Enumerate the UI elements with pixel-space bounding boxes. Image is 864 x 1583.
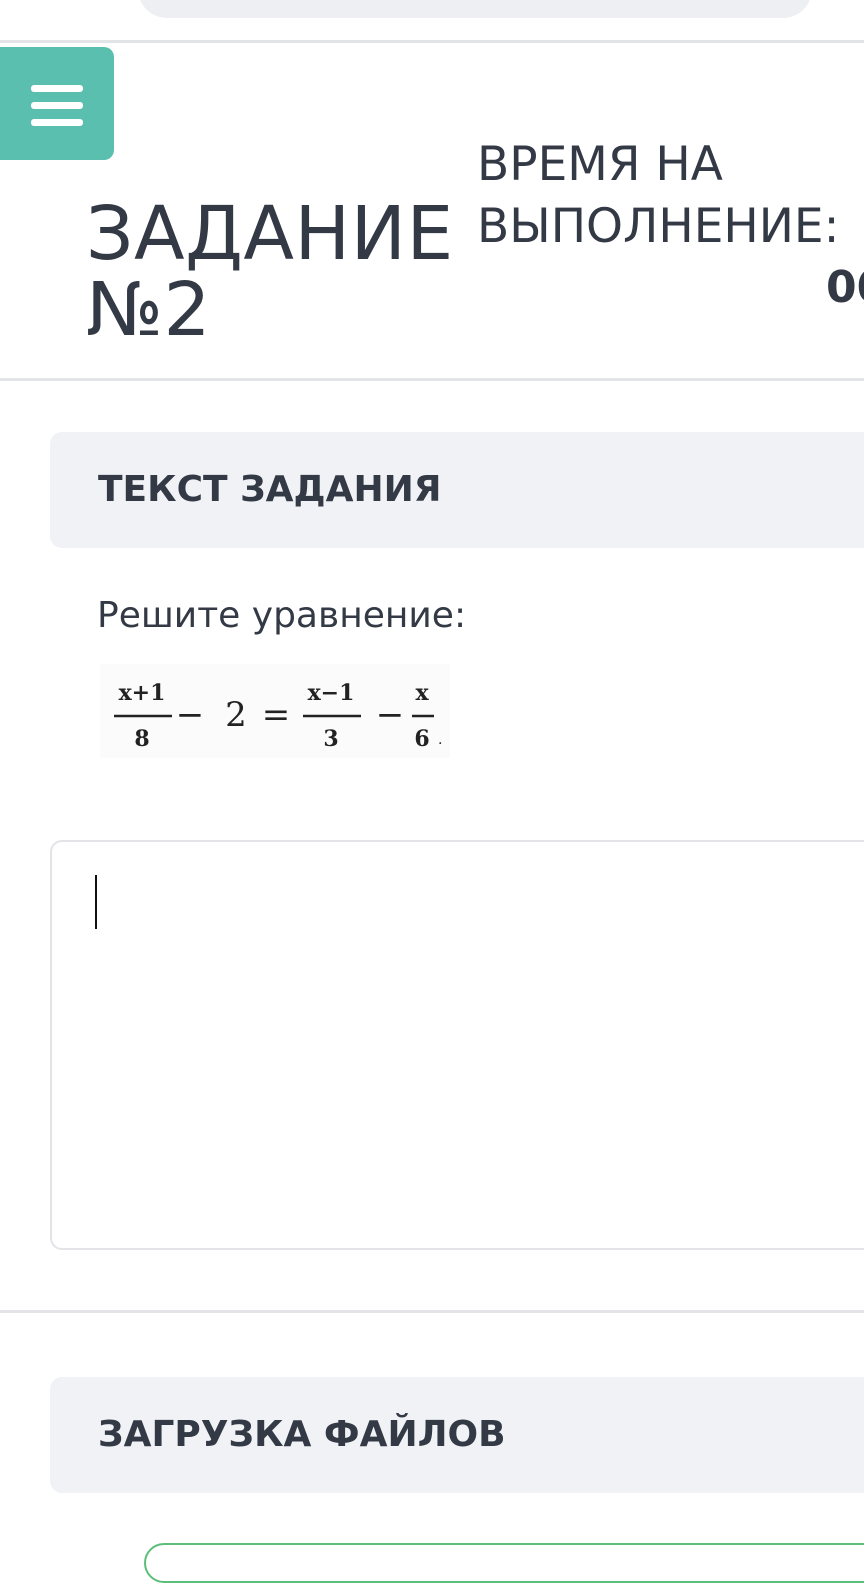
time-label: ВРЕМЯ НА ВЫПОЛНЕНИЕ:	[477, 134, 839, 258]
equation-denominator-2: 3	[323, 726, 338, 752]
time-label-line1: ВРЕМЯ НА	[477, 137, 723, 192]
equation-denominator-1: 8	[134, 726, 149, 752]
task-title-number: №2	[86, 266, 212, 353]
equation-constant: 2	[225, 695, 247, 735]
hamburger-icon-line	[31, 102, 83, 109]
text-caret	[95, 875, 97, 929]
equation-denominator-3: 6	[414, 726, 429, 752]
equation-numerator-1: x+1	[119, 680, 166, 706]
timer-value: 00	[826, 262, 864, 313]
divider	[0, 378, 864, 381]
section-title: ЗАГРУЗКА ФАЙЛОВ	[98, 1414, 506, 1455]
file-upload-section-header: ЗАГРУЗКА ФАЙЛОВ	[50, 1377, 864, 1493]
equation-minus-2: −	[376, 695, 405, 735]
equation-equals: =	[262, 695, 291, 735]
top-search-bar[interactable]	[138, 0, 812, 18]
divider	[0, 40, 864, 43]
hamburger-icon	[31, 85, 83, 92]
section-title: ТЕКСТ ЗАДАНИЯ	[98, 469, 442, 510]
equation-period: .	[438, 732, 442, 748]
task-instruction: Решите уравнение:	[97, 595, 467, 636]
time-label-line2: ВЫПОЛНЕНИЕ:	[477, 199, 840, 254]
upload-button[interactable]	[144, 1543, 864, 1583]
equation-numerator-2: x−1	[308, 680, 355, 706]
hamburger-icon-line	[31, 119, 83, 126]
answer-input[interactable]	[50, 840, 864, 1250]
equation-image: x+1 8 − 2 = x−1 3 − x 6 .	[100, 664, 450, 758]
menu-button[interactable]	[0, 47, 114, 160]
task-title: ЗАДАНИЕ №2	[86, 196, 454, 348]
task-title-line1: ЗАДАНИЕ	[86, 190, 454, 277]
divider	[0, 1310, 864, 1313]
equation-minus: −	[176, 695, 205, 735]
equation-numerator-3: x	[415, 680, 429, 706]
task-text-section-header: ТЕКСТ ЗАДАНИЯ	[50, 432, 864, 548]
